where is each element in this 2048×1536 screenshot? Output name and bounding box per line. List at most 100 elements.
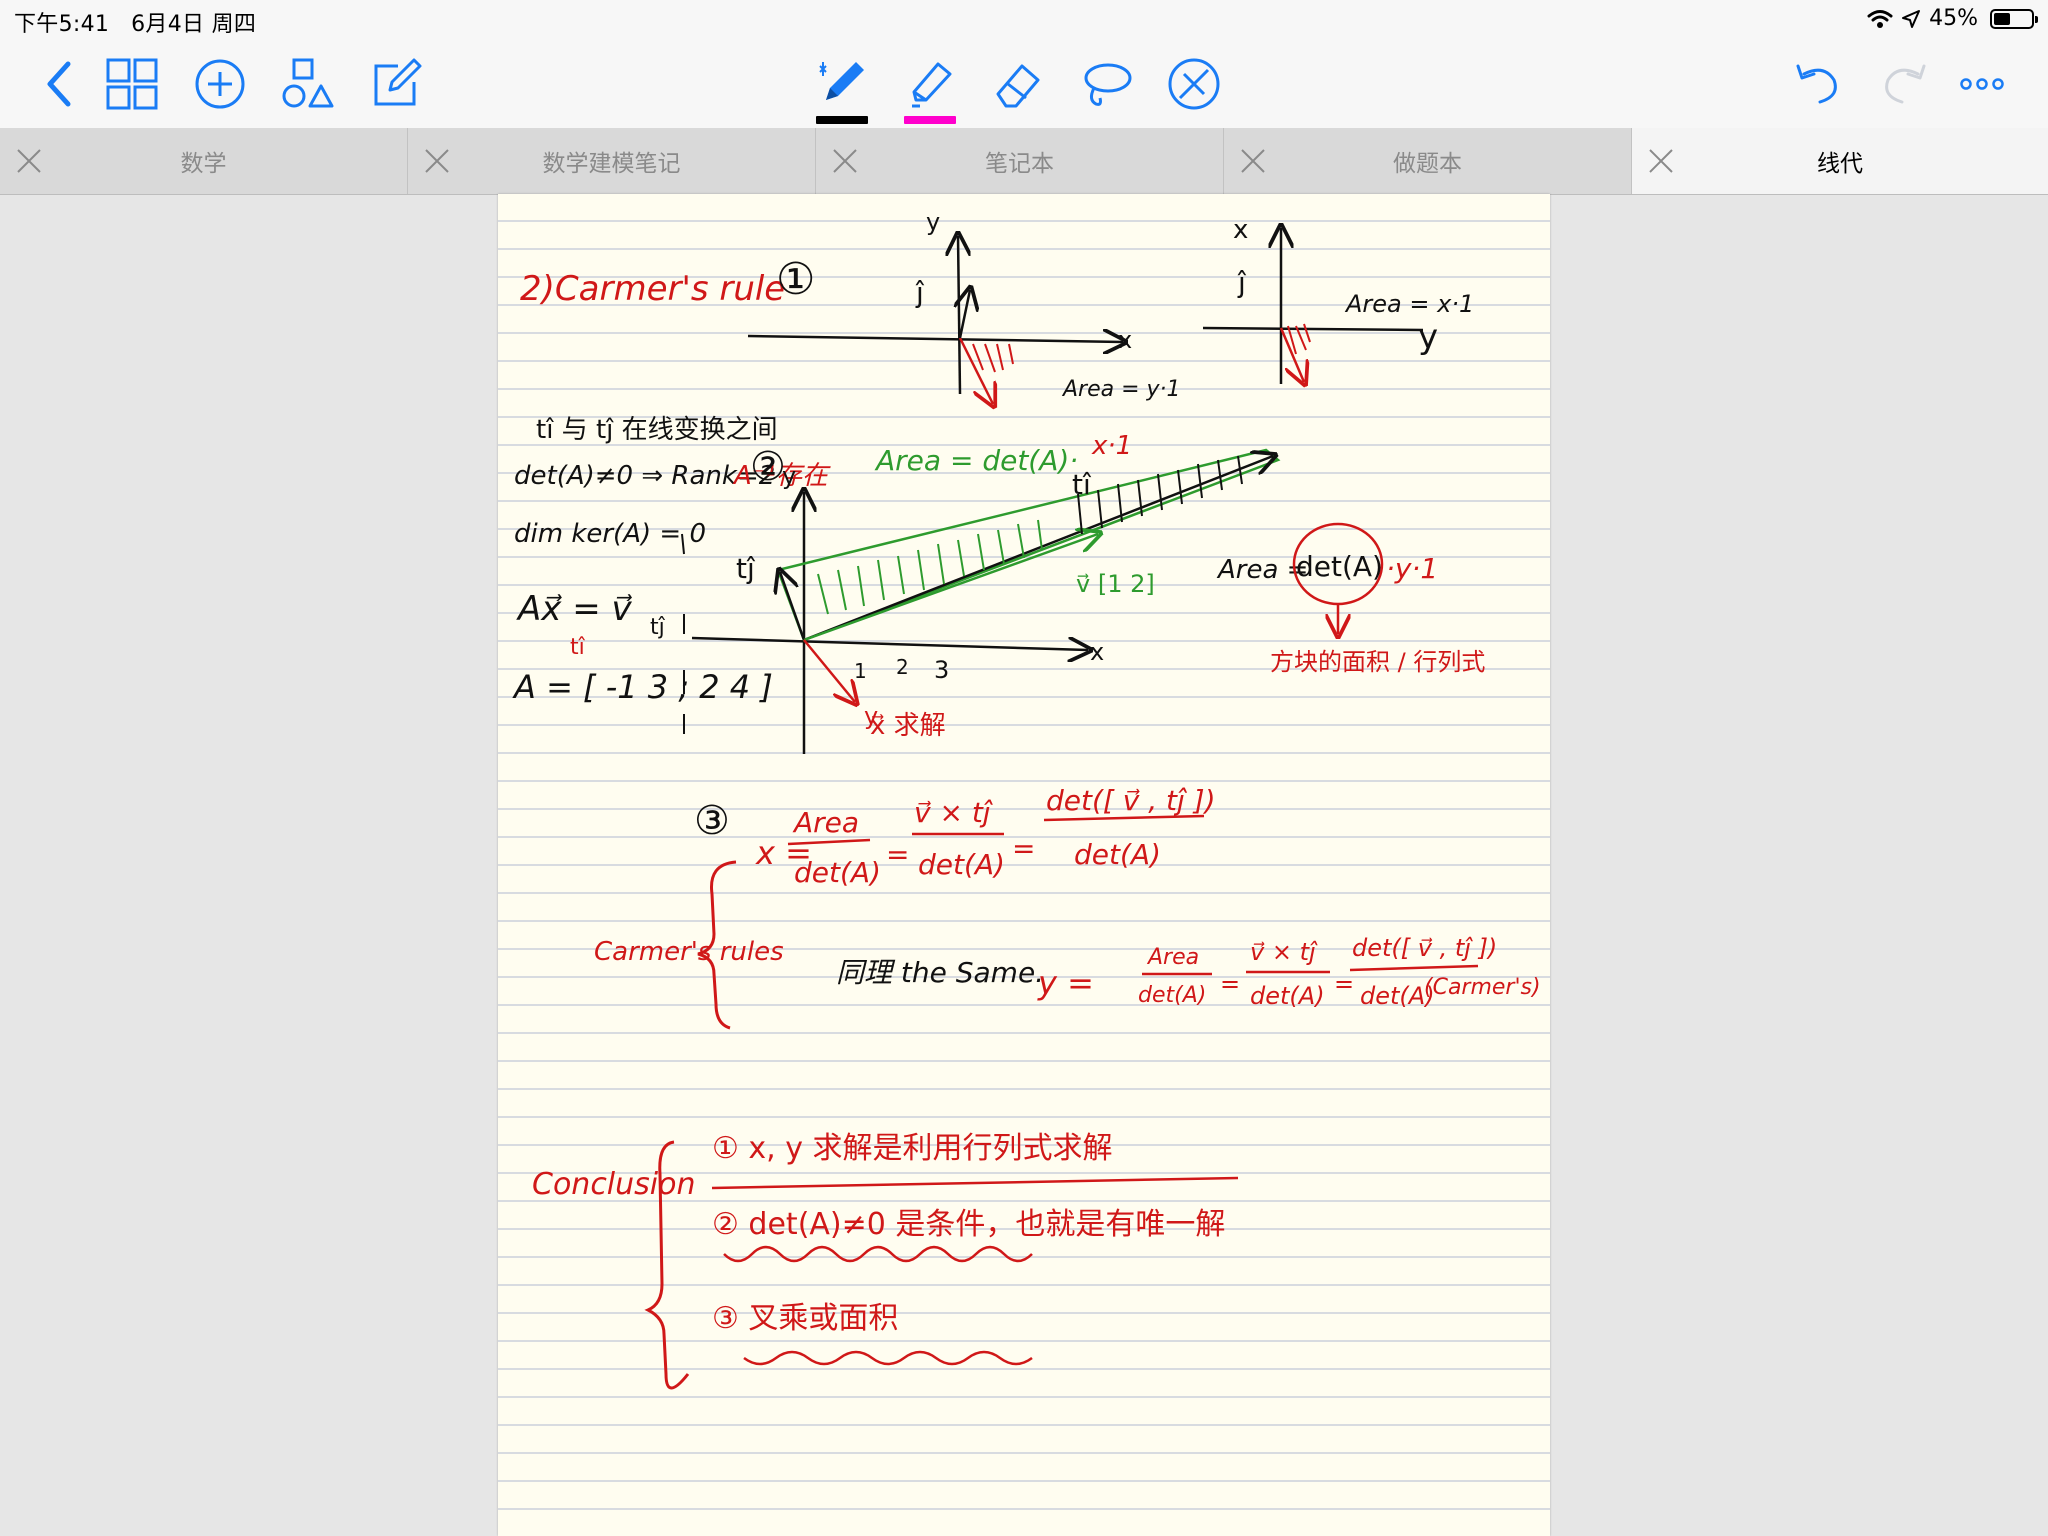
battery-percent: 45% bbox=[1929, 6, 1978, 31]
eraser-tool-button[interactable] bbox=[986, 52, 1050, 116]
pen-icon bbox=[819, 62, 864, 100]
shapes-button[interactable] bbox=[276, 52, 340, 116]
eq-x-eq2: = bbox=[1012, 832, 1035, 865]
close-icon bbox=[1241, 149, 1265, 173]
add-page-button[interactable] bbox=[188, 52, 252, 116]
tab-close-button[interactable] bbox=[1648, 148, 1674, 174]
graph-1: y x ĵ Area = y·1 bbox=[747, 208, 1181, 404]
pen-color-indicator bbox=[816, 116, 868, 124]
status-bar: 下午5:41 6月4日 周四 45% bbox=[0, 0, 2048, 40]
status-time-date: 下午5:41 6月4日 周四 bbox=[14, 6, 256, 38]
add-circle-icon bbox=[195, 59, 245, 109]
graph3-y-label: y bbox=[782, 462, 796, 490]
wifi-icon bbox=[1867, 9, 1893, 28]
tab-bijiben[interactable]: 笔记本 bbox=[816, 128, 1224, 194]
conclusion-label: Conclusion bbox=[532, 1167, 696, 1202]
note-line-5: A = [ -1 3 ; 2 4 ] bbox=[512, 668, 773, 706]
back-button[interactable] bbox=[28, 52, 92, 116]
eq-x-f3-den: det(A) bbox=[1074, 838, 1161, 871]
graph3-det: det(A) bbox=[1296, 550, 1383, 583]
same-text: 同理 the Same. bbox=[836, 956, 1044, 989]
close-icon bbox=[1649, 149, 1673, 173]
graph3-area-tail: ·y·1 bbox=[1386, 552, 1438, 585]
conclusion-2: ② det(A)≠0 是条件，也就是有唯一解 bbox=[712, 1207, 1225, 1242]
eq-y-f2-den: det(A) bbox=[1250, 982, 1325, 1010]
lasso-tool-button[interactable] bbox=[1074, 52, 1138, 116]
tab-close-button[interactable] bbox=[16, 148, 42, 174]
eq-x-eq1: = bbox=[886, 838, 909, 871]
tab-close-button[interactable] bbox=[1240, 148, 1266, 174]
eq-x-f1-num: Area bbox=[792, 806, 859, 839]
graph1-y-label: y bbox=[926, 208, 940, 236]
eq-x-f1-den: det(A) bbox=[794, 856, 881, 889]
graph1-j-label: ĵ bbox=[915, 276, 925, 309]
graph3-v-label: v⃗ [1 2] bbox=[1076, 570, 1155, 598]
tick-3: 3 bbox=[934, 656, 949, 684]
close-icon bbox=[17, 149, 41, 173]
status-time: 下午5:41 bbox=[14, 12, 110, 37]
carmer-label: Carmer's rules bbox=[594, 937, 784, 967]
tab-bar: 数学 数学建模笔记 笔记本 做题本 线代 bbox=[0, 128, 2048, 195]
highlighter-color-indicator bbox=[904, 116, 956, 124]
close-icon bbox=[425, 149, 449, 173]
back-chevron-icon bbox=[47, 61, 71, 107]
tab-label: 线代 bbox=[1817, 151, 1863, 177]
eq-y-eq1: = bbox=[1220, 970, 1240, 998]
conclusion-3: ③ 叉乘或面积 bbox=[712, 1301, 898, 1336]
tab-label: 数学 bbox=[180, 151, 227, 177]
marker-1: ① bbox=[776, 254, 815, 305]
tab-label: 数学建模笔记 bbox=[542, 151, 681, 177]
status-date: 6月4日 周四 bbox=[131, 12, 257, 37]
pen-tool-button[interactable] bbox=[810, 52, 874, 124]
eq-x-f2-den: det(A) bbox=[918, 848, 1005, 881]
tick-1: 1 bbox=[854, 659, 867, 683]
more-button[interactable] bbox=[1950, 52, 2014, 116]
more-icon bbox=[1960, 78, 2004, 90]
note-page[interactable]: 2)Carmer's rule ① y x ĵ Area = y·1 x ĵ A… bbox=[498, 194, 1550, 1536]
battery-icon bbox=[1990, 8, 2038, 29]
eq-y-f1-num: Area bbox=[1146, 945, 1199, 970]
toolbar bbox=[0, 40, 2048, 128]
eq-y-f2-num: v⃗ × tĵ bbox=[1250, 938, 1318, 966]
page-grid-icon bbox=[106, 58, 158, 110]
graph2-j-label: ĵ bbox=[1237, 266, 1247, 299]
note-line-1: tî 与 tĵ 在线变换之间 bbox=[536, 415, 778, 445]
graph2-y-label: y bbox=[1418, 317, 1438, 357]
tab-close-button[interactable] bbox=[832, 148, 858, 174]
tab-zuotiben[interactable]: 做题本 bbox=[1224, 128, 1632, 194]
disabled-tool-button[interactable] bbox=[1162, 52, 1226, 116]
handwritten-notes: 2)Carmer's rule ① y x ĵ Area = y·1 x ĵ A… bbox=[512, 208, 1541, 1390]
location-arrow-icon bbox=[1902, 9, 1921, 28]
graph2-area: Area = x·1 bbox=[1344, 290, 1474, 318]
redo-icon bbox=[1885, 64, 1926, 104]
note-line-4: Ax⃗ = v⃗ bbox=[516, 589, 633, 629]
eq-y-eq2: = bbox=[1334, 970, 1354, 998]
graph-2: x ĵ Area = x·1 y bbox=[1202, 215, 1474, 384]
x-equation: ③ x = Area det(A) = v⃗ × tĵ det(A) = det… bbox=[694, 784, 1216, 889]
undo-button[interactable] bbox=[1786, 52, 1850, 116]
highlighter-icon bbox=[912, 62, 952, 108]
eraser-icon bbox=[996, 64, 1040, 108]
conclusion-1: ① x, y 求解是利用行列式求解 bbox=[712, 1131, 1113, 1166]
graph3-x-solve: x⃗ 求解 bbox=[870, 711, 946, 741]
page-grid-button[interactable] bbox=[100, 52, 164, 116]
graph3-note: 方块的面积 / 行列式 bbox=[1270, 648, 1485, 676]
tab-shuxue[interactable]: 数学 bbox=[0, 128, 408, 194]
highlighter-tool-button[interactable] bbox=[898, 52, 962, 124]
tab-label: 做题本 bbox=[1393, 151, 1462, 177]
col-label-tj: tĵ bbox=[650, 615, 666, 640]
graph1-x-label: x bbox=[1118, 326, 1132, 354]
tab-xiandai[interactable]: 线代 bbox=[1632, 128, 2048, 194]
graph3-tj-label: tĵ bbox=[736, 552, 756, 585]
tab-shuxue-jianmo[interactable]: 数学建模笔记 bbox=[408, 128, 816, 194]
eq-y-f3-num: det([ v⃗ , tĵ ]) bbox=[1352, 934, 1497, 962]
col-label-ti: tî bbox=[570, 635, 586, 660]
redo-button[interactable] bbox=[1872, 52, 1936, 116]
edit-button[interactable] bbox=[364, 52, 428, 116]
note-line-3: dim ker(A) = 0 bbox=[514, 519, 706, 549]
graph1-area: Area = y·1 bbox=[1061, 377, 1181, 402]
tab-close-button[interactable] bbox=[424, 148, 450, 174]
eq-y-suffix: (Carmer's) bbox=[1424, 975, 1541, 1000]
close-icon bbox=[833, 149, 857, 173]
graph2-x-label: x bbox=[1233, 215, 1248, 245]
